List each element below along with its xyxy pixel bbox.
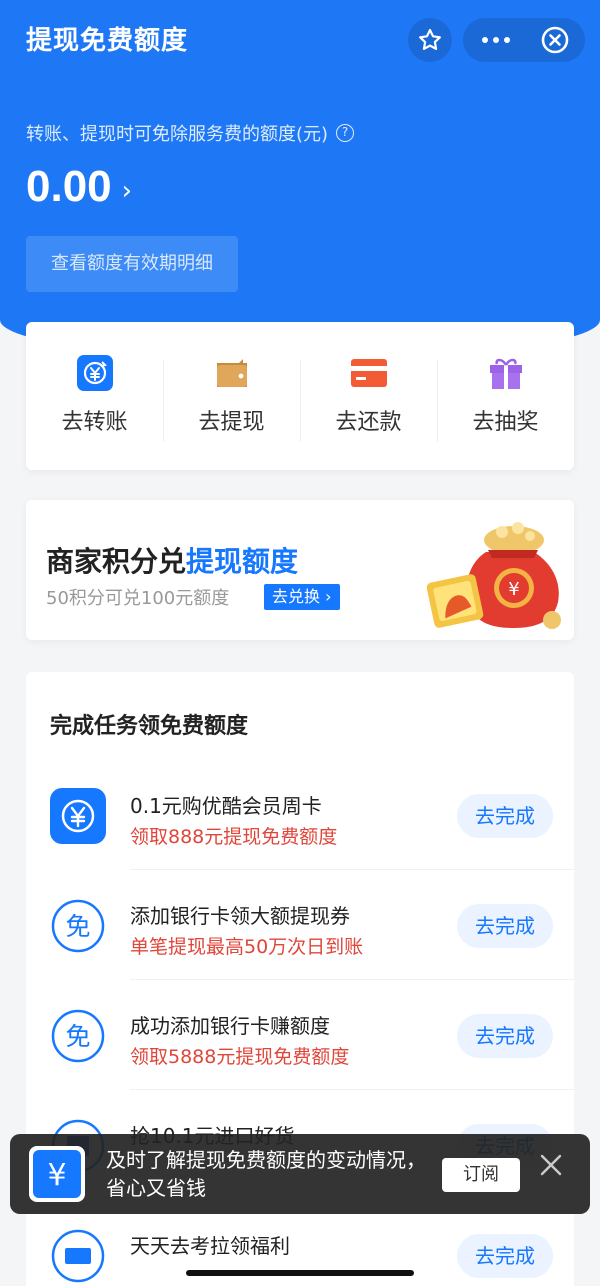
quota-amount-row[interactable]: 0.00 ›: [26, 162, 132, 212]
task-name: 天天去考拉领福利: [130, 1234, 290, 1258]
action-transfer[interactable]: 去转账: [26, 322, 163, 470]
gift-icon: [489, 358, 522, 389]
star-icon: [419, 28, 441, 50]
quota-amount: 0.00: [26, 162, 112, 211]
promo-title-plain: 商家积分兑: [46, 545, 187, 578]
more-dot: [493, 37, 499, 43]
task-desc: 领取888元提现免费额度: [130, 826, 338, 848]
validity-detail-button[interactable]: 查看额度有效期明细: [26, 236, 238, 292]
promo-title: 商家积分兑提现额度: [46, 540, 298, 580]
free-badge-text: 免: [65, 912, 90, 941]
yen-icon: [50, 788, 106, 844]
more-dot: [504, 37, 510, 43]
svg-text:¥: ¥: [47, 1158, 66, 1193]
action-repay[interactable]: 去还款: [300, 322, 437, 470]
points-exchange-banner[interactable]: 商家积分兑提现额度 50积分可兑100元额度 去兑换 › ¥: [26, 500, 574, 640]
more-dots-icon: [482, 37, 488, 43]
wallet-icon: [216, 359, 247, 387]
action-repay-label: 去还款: [335, 410, 402, 435]
quick-actions: 去转账 去提现 去还款 去抽奖: [26, 322, 574, 470]
free-badge-text: 免: [65, 1022, 90, 1051]
task-name: 添加银行卡领大额提现券: [130, 904, 350, 928]
action-transfer-label: 去转账: [61, 410, 128, 435]
action-withdraw[interactable]: 去提现: [163, 322, 300, 470]
exchange-button[interactable]: 去兑换 ›: [264, 584, 340, 610]
favorite-button[interactable]: [408, 18, 452, 62]
chevron-right-icon: ›: [121, 176, 133, 206]
yen-icon: ¥: [29, 1146, 85, 1202]
svg-text:¥: ¥: [508, 579, 519, 600]
card-icon: [350, 359, 387, 387]
close-circle-icon[interactable]: [539, 24, 571, 56]
quota-description: 转账、提现时可免除服务费的额度(元) ?: [26, 120, 355, 146]
quota-description-text: 转账、提现时可免除服务费的额度(元): [26, 124, 329, 145]
home-indicator[interactable]: [186, 1270, 414, 1276]
question-icon[interactable]: ?: [336, 124, 355, 142]
page-title: 提现免费额度: [26, 26, 189, 56]
action-withdraw-label: 去提现: [198, 410, 265, 435]
complete-task-button[interactable]: 去完成: [457, 794, 553, 838]
task-desc: 领取5888元提现免费额度: [130, 1046, 350, 1068]
tasks-title: 完成任务领免费额度: [50, 714, 249, 739]
task-item: 免 成功添加银行卡赚额度 领取5888元提现免费额度 去完成: [26, 980, 574, 1090]
task-name: 0.1元购优酷会员周卡: [130, 794, 322, 818]
action-lottery[interactable]: 去抽奖: [437, 322, 574, 470]
ticket-icon: [51, 1229, 105, 1283]
action-lottery-label: 去抽奖: [472, 410, 539, 435]
toast-message: 及时了解提现免费额度的变动情况，省心又省钱: [106, 1148, 426, 1200]
free-badge-icon: 免: [51, 1009, 105, 1063]
complete-task-button[interactable]: 去完成: [457, 1234, 553, 1278]
subscribe-button[interactable]: 订阅: [442, 1158, 520, 1192]
more-button[interactable]: [463, 18, 529, 62]
task-name: 成功添加银行卡赚额度: [130, 1014, 330, 1038]
close-icon[interactable]: [538, 1152, 564, 1178]
money-bag-illustration: ¥: [426, 522, 561, 629]
capsule-menu: [463, 18, 585, 62]
promo-subtitle: 50积分可兑100元额度: [46, 588, 230, 609]
free-badge-icon: 免: [51, 899, 105, 953]
task-item: 0.1元购优酷会员周卡 领取888元提现免费额度 去完成: [26, 760, 574, 870]
complete-task-button[interactable]: 去完成: [457, 1014, 553, 1058]
promo-title-highlight: 提现额度: [186, 545, 299, 578]
navbar: 提现免费额度: [0, 0, 600, 80]
task-desc: 单笔提现最高50万次日到账: [130, 936, 364, 958]
subscribe-toast: ¥ 及时了解提现免费额度的变动情况，省心又省钱 订阅: [10, 1134, 590, 1214]
transfer-icon: [76, 355, 113, 391]
complete-task-button[interactable]: 去完成: [457, 904, 553, 948]
task-item: 免 添加银行卡领大额提现券 单笔提现最高50万次日到账 去完成: [26, 870, 574, 980]
